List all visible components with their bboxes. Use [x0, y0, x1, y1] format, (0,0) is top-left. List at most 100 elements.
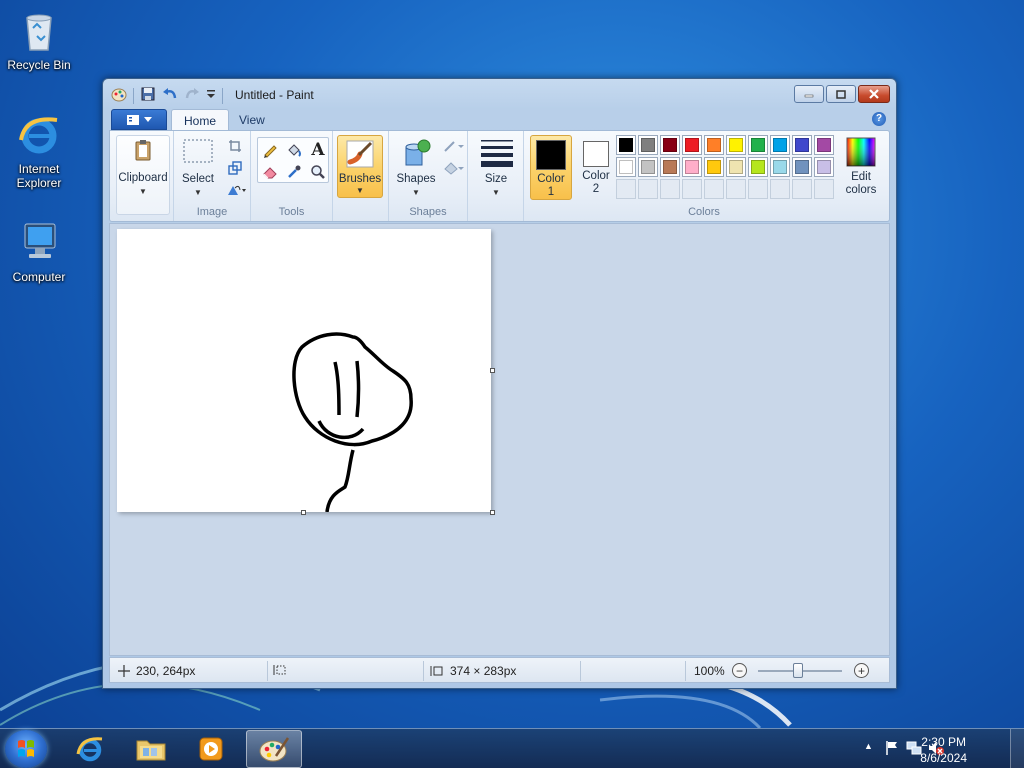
- palette-swatch[interactable]: [748, 157, 768, 177]
- edit-colors-button[interactable]: Edit colors: [838, 135, 884, 200]
- palette-swatch[interactable]: [814, 135, 834, 155]
- undo-icon[interactable]: [162, 86, 178, 105]
- resize-handle-right[interactable]: [490, 368, 495, 373]
- size-button[interactable]: Size ▼: [474, 137, 518, 199]
- title-bar[interactable]: Untitled - Paint: [103, 79, 896, 109]
- help-icon[interactable]: ?: [872, 112, 886, 126]
- palette-swatch[interactable]: [814, 157, 834, 177]
- palette-custom-slot[interactable]: [638, 179, 658, 199]
- canvas-workspace[interactable]: [109, 223, 890, 656]
- tab-home[interactable]: Home: [171, 109, 230, 131]
- shapes-button[interactable]: Shapes ▼: [393, 137, 439, 199]
- palette-swatch[interactable]: [682, 135, 702, 155]
- desktop-recycle-bin[interactable]: Recycle Bin: [1, 6, 77, 72]
- ribbon-tabs: Home View ?: [109, 109, 890, 131]
- zoom-out-button[interactable]: −: [732, 663, 747, 678]
- palette-custom-slot[interactable]: [748, 179, 768, 199]
- maximize-button[interactable]: [826, 85, 856, 103]
- desktop-internet-explorer[interactable]: Internet Explorer: [1, 110, 77, 190]
- brushes-label: Brushes: [338, 173, 382, 185]
- palette-custom-slot[interactable]: [682, 179, 702, 199]
- palette-swatch[interactable]: [726, 157, 746, 177]
- drawing-canvas[interactable]: [117, 229, 495, 515]
- palette-swatch[interactable]: [638, 135, 658, 155]
- palette-swatch[interactable]: [792, 157, 812, 177]
- zoom-in-button[interactable]: +: [854, 663, 869, 678]
- taskbar-windows-explorer[interactable]: [123, 730, 179, 768]
- tab-view[interactable]: View: [227, 109, 277, 131]
- windows-logo-icon: [18, 740, 34, 757]
- palette-swatch[interactable]: [682, 157, 702, 177]
- minimize-button[interactable]: [794, 85, 824, 103]
- magnifier-icon[interactable]: [307, 161, 329, 183]
- palette-swatch[interactable]: [770, 157, 790, 177]
- select-button[interactable]: Select ▼: [176, 137, 220, 199]
- paint-window: Untitled - Paint Home View ? Clipboard ▼…: [102, 78, 897, 689]
- palette-swatch[interactable]: [660, 157, 680, 177]
- crop-icon[interactable]: [224, 135, 246, 157]
- close-button[interactable]: [858, 85, 890, 103]
- internet-explorer-icon: [15, 110, 63, 158]
- clipboard-button[interactable]: Clipboard ▼: [116, 135, 170, 215]
- color2-button[interactable]: Color 2: [575, 135, 617, 200]
- clock[interactable]: 2:30 PM 8/6/2024: [920, 734, 967, 766]
- palette-custom-slot[interactable]: [770, 179, 790, 199]
- palette-swatch[interactable]: [638, 157, 658, 177]
- resize-handle-corner[interactable]: [490, 510, 495, 515]
- pencil-icon[interactable]: [259, 139, 281, 161]
- zoom-level: 100%: [694, 664, 725, 678]
- maximize-icon: [836, 89, 846, 99]
- action-center-flag-icon[interactable]: [884, 740, 900, 759]
- palette-swatch[interactable]: [726, 135, 746, 155]
- paint-menu-button[interactable]: [111, 109, 167, 130]
- desktop-icon-label: Recycle Bin: [7, 58, 71, 72]
- eraser-icon[interactable]: [259, 161, 281, 183]
- brushes-button[interactable]: Brushes ▼: [337, 135, 383, 198]
- palette-custom-slot[interactable]: [814, 179, 834, 199]
- desktop-computer[interactable]: Computer: [1, 218, 77, 284]
- palette-custom-slot[interactable]: [660, 179, 680, 199]
- menu-icon: [127, 114, 139, 125]
- outline-icon[interactable]: [441, 135, 467, 157]
- redo-icon[interactable]: [184, 86, 200, 105]
- palette-swatch[interactable]: [704, 157, 724, 177]
- fill-icon[interactable]: [441, 157, 467, 179]
- customize-qat-icon[interactable]: [206, 88, 216, 103]
- taskbar-internet-explorer[interactable]: [62, 730, 118, 768]
- show-desktop-button[interactable]: [1010, 729, 1024, 768]
- text-icon[interactable]: A: [307, 139, 329, 161]
- fill-bucket-icon[interactable]: [283, 139, 305, 161]
- palette-custom-slot[interactable]: [726, 179, 746, 199]
- brush-icon: [344, 138, 376, 170]
- palette-swatch[interactable]: [748, 135, 768, 155]
- taskbar-media-player[interactable]: [183, 730, 239, 768]
- palette-swatch[interactable]: [704, 135, 724, 155]
- palette-custom-slot[interactable]: [616, 179, 636, 199]
- clock-time: 2:30 PM: [921, 735, 966, 749]
- resize-handle-bottom[interactable]: [301, 510, 306, 515]
- save-icon[interactable]: [140, 86, 156, 105]
- start-button[interactable]: [5, 730, 47, 768]
- cursor-position: 230, 264px: [118, 664, 195, 678]
- paint-app-icon[interactable]: [111, 86, 127, 105]
- taskbar-paint[interactable]: [246, 730, 302, 768]
- color1-label: Color: [537, 173, 565, 185]
- minimize-icon: [804, 94, 814, 98]
- palette-swatch[interactable]: [792, 135, 812, 155]
- palette-swatch[interactable]: [660, 135, 680, 155]
- zoom-slider-thumb[interactable]: [793, 663, 803, 678]
- rotate-icon[interactable]: [224, 179, 250, 201]
- group-tools: A Tools: [251, 131, 333, 221]
- palette-swatch[interactable]: [770, 135, 790, 155]
- resize-icon[interactable]: [224, 157, 246, 179]
- show-hidden-icons-button[interactable]: ▲: [864, 741, 873, 751]
- shapes-icon: [400, 137, 432, 169]
- color2-number: 2: [592, 183, 600, 195]
- palette-swatch[interactable]: [616, 135, 636, 155]
- edit-colors-label-2: colors: [845, 184, 877, 196]
- palette-custom-slot[interactable]: [792, 179, 812, 199]
- palette-custom-slot[interactable]: [704, 179, 724, 199]
- color1-button[interactable]: Color 1: [530, 135, 572, 200]
- palette-swatch[interactable]: [616, 157, 636, 177]
- color-picker-icon[interactable]: [283, 161, 305, 183]
